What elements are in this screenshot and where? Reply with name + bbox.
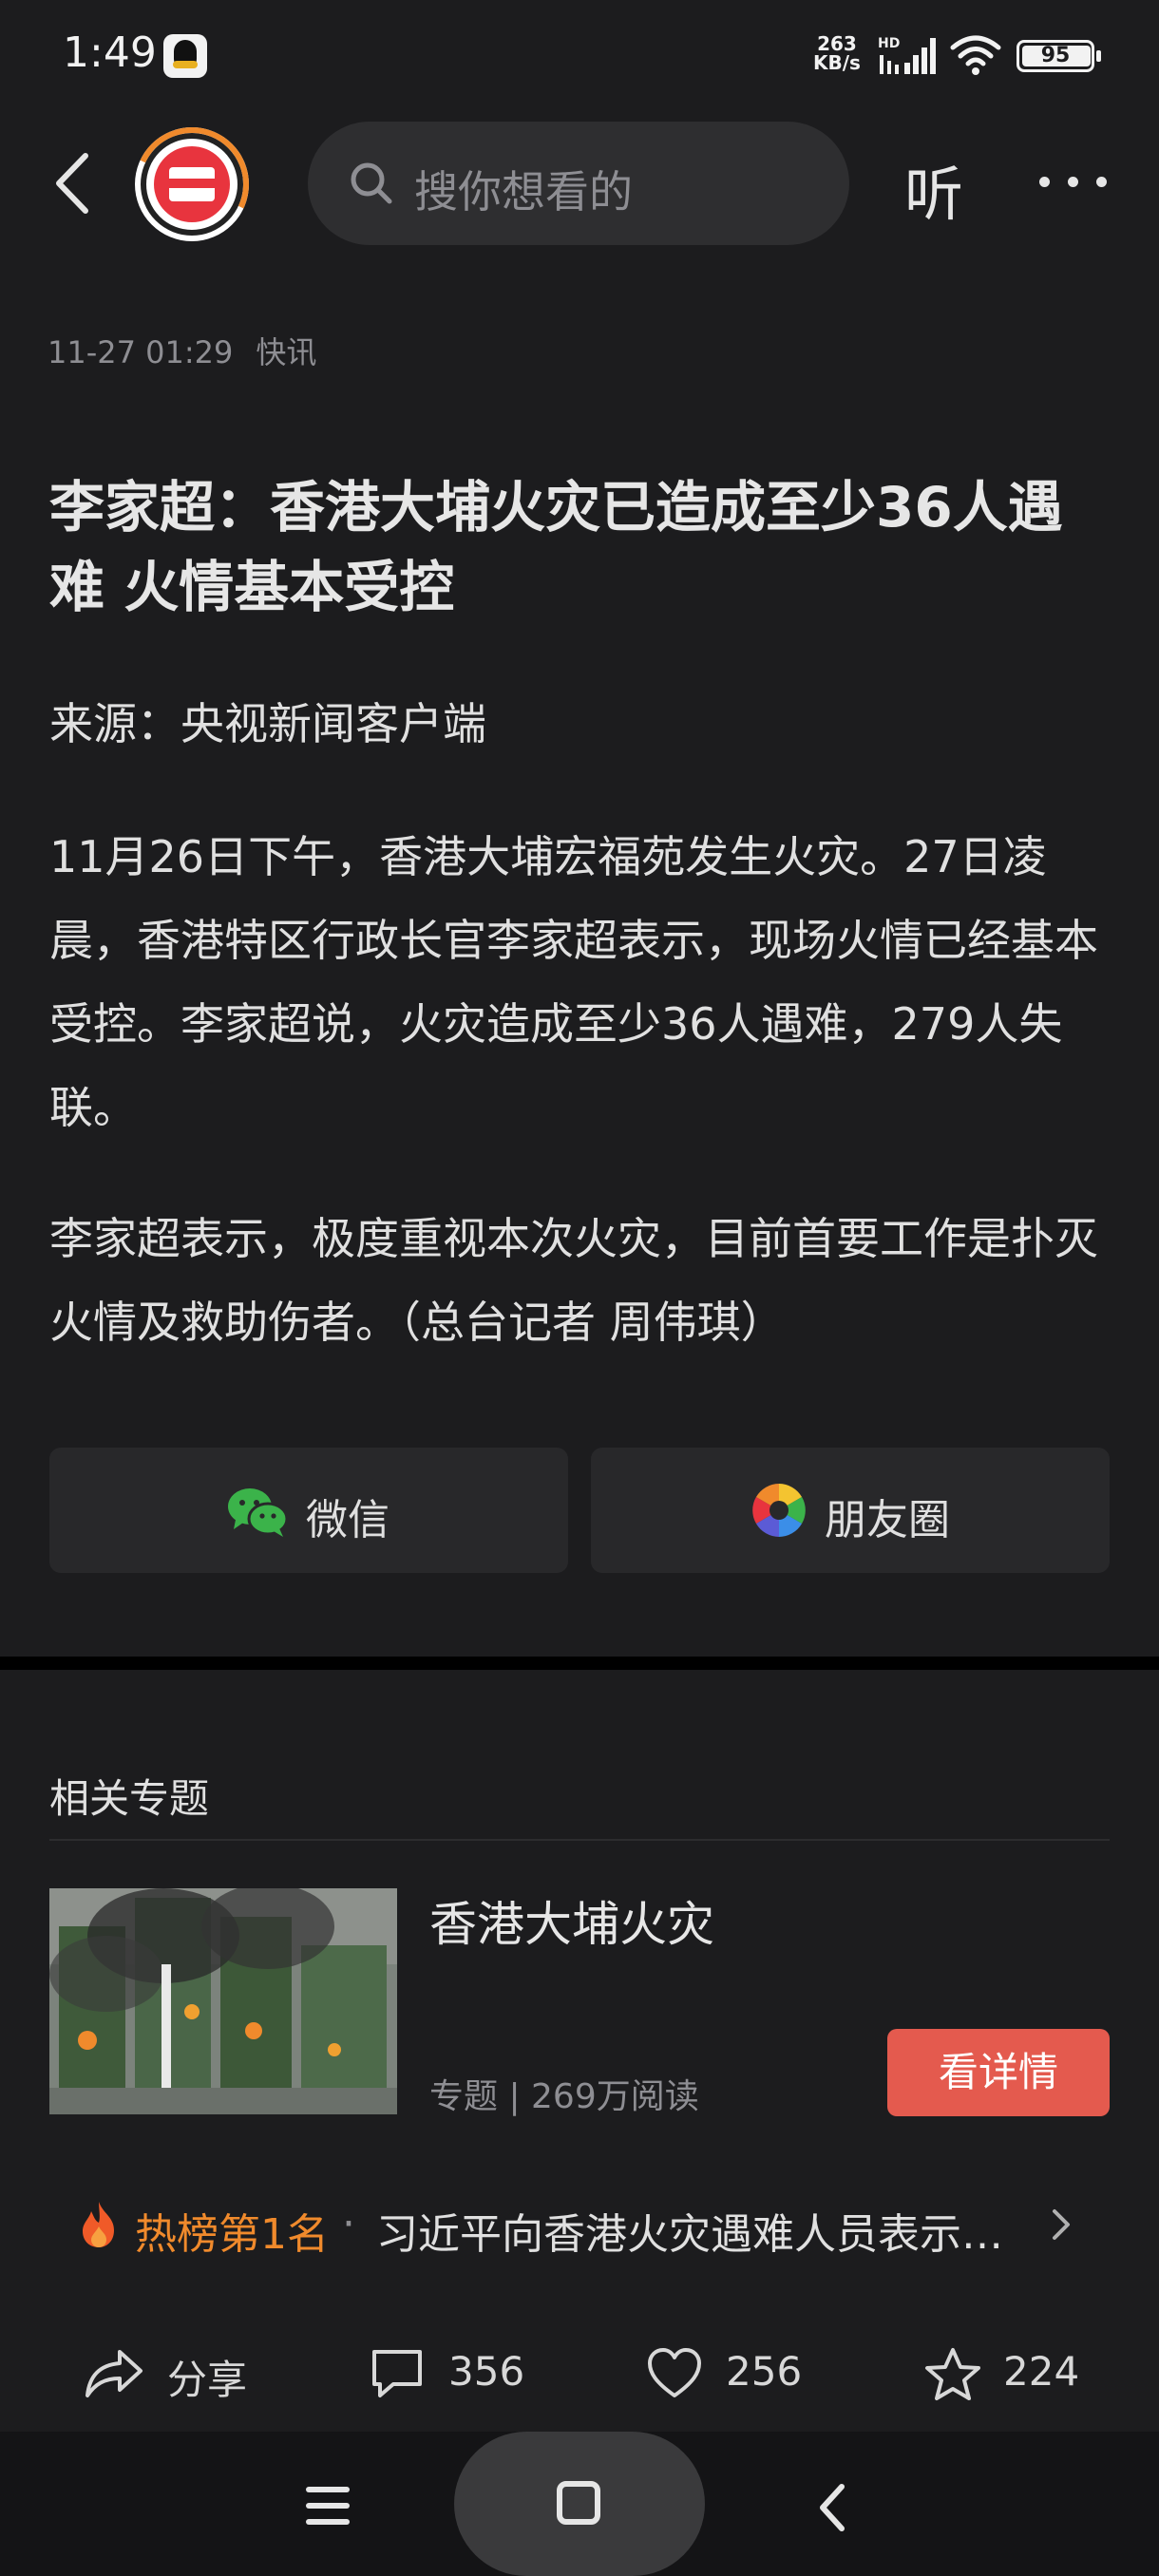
back-button[interactable] [46,150,103,217]
wifi-icon [950,35,1001,75]
status-bar: 1:49 263 KB/s HD 95 [0,0,1159,112]
system-back-icon[interactable] [813,2481,851,2534]
article-paragraph: 11月26日下午，香港大埔宏福苑发生火灾。27日凌晨，香港特区行政长官李家超表示… [49,831,1098,1133]
article-source: 来源：央视新闻客户端 [49,698,486,749]
hot-list-banner[interactable]: 热榜第1名 · 习近平向香港火灾遇难人员表示… [49,2181,1110,2264]
topic-title[interactable]: 香港大埔火灾 [429,1886,714,1955]
article-channel: 快讯 [256,334,317,370]
news-app-logo-icon [154,146,230,222]
network-speed-value: 263 [817,32,857,55]
channel-avatar[interactable] [119,111,265,257]
share-icon [86,2350,142,2397]
share-wechat-label: 微信 [306,1496,390,1544]
share-moments-button[interactable]: 朋友圈 [591,1448,1110,1573]
qq-notification-icon [163,34,207,78]
comment-count: 356 [448,2348,525,2395]
wechat-icon [228,1488,289,1537]
like-count: 256 [726,2348,803,2395]
search-input[interactable]: 搜你想看的 [308,122,849,245]
network-speed-unit: KB/s [813,51,861,74]
cellular-signal-icon: HD [878,36,936,74]
fire-icon [83,2202,114,2247]
more-options-icon[interactable] [1039,167,1108,196]
article-date: 11-27 01:29 [48,334,234,370]
chevron-right-icon [1053,2209,1070,2240]
hot-separator: · [342,2200,355,2248]
like-button[interactable]: 256 [646,2340,817,2407]
star-icon [925,2348,980,2400]
system-nav-bar [0,2432,1159,2576]
topic-stats: 专题 | 269万阅读 [429,2077,699,2116]
battery-icon: 95 [1016,40,1101,72]
hot-rank-label: 热榜第1名 [135,2210,329,2259]
share-button[interactable]: 分享 [84,2340,274,2407]
comment-icon [372,2350,422,2397]
share-moments-label: 朋友圈 [825,1496,950,1544]
share-wechat-button[interactable]: 微信 [49,1448,568,1573]
article-title: 李家超：香港大埔火灾已造成至少36人遇难 火情基本受控 [49,475,1063,619]
search-placeholder: 搜你想看的 [414,166,633,218]
section-divider [0,1657,1159,1670]
topic-divider [49,1839,1110,1841]
heart-icon [648,2348,701,2397]
article-action-bar: 分享 356 256 224 [0,2314,1159,2432]
favorite-count: 224 [1003,2348,1080,2395]
network-speed: 263 KB/s [813,34,861,72]
moments-icon [752,1484,806,1537]
view-details-button[interactable]: 看详情 [887,2029,1110,2116]
topic-thumbnail[interactable] [49,1888,397,2114]
comment-button[interactable]: 356 [369,2340,540,2407]
hot-headline: 习近平向香港火灾遇难人员表示… [376,2210,1003,2259]
status-time: 1:49 [63,28,157,77]
share-label: 分享 [167,2357,248,2403]
listen-button[interactable]: 听 [904,146,963,232]
related-topics-heading: 相关专题 [49,1775,210,1822]
article-paragraph: 李家超表示，极度重视本次火灾，目前首要工作是扑灭火情及救助伤者。（总台记者 周伟… [49,1213,1098,1348]
battery-percent: 95 [1040,44,1071,67]
favorite-button[interactable]: 224 [923,2340,1094,2407]
home-icon [557,2481,600,2525]
home-button[interactable] [454,2432,705,2576]
recent-apps-icon[interactable] [306,2487,352,2525]
hd-label: HD [878,36,900,51]
top-nav: 搜你想看的 听 [0,111,1159,257]
search-icon [351,162,392,204]
article-meta: 11-27 01:29 快讯 [48,329,339,372]
